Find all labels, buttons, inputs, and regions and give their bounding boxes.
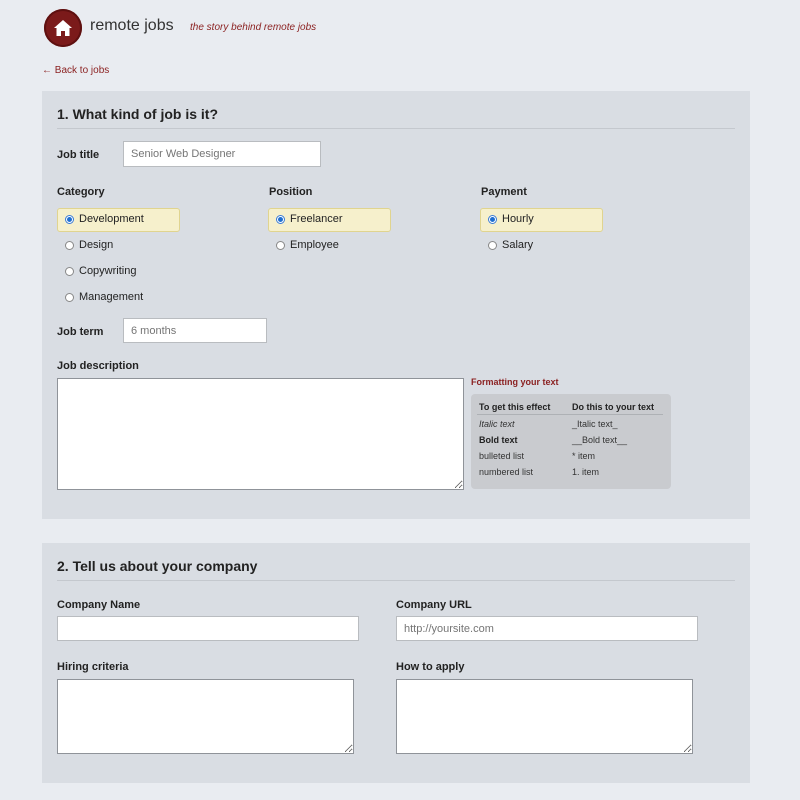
back-to-jobs-link[interactable]: ← Back to jobs: [42, 65, 109, 76]
job-details-section: 1. What kind of job is it? Job title Cat…: [42, 91, 750, 519]
how-to-apply-label: How to apply: [396, 661, 465, 673]
payment-option-hourly[interactable]: Hourly: [480, 208, 603, 232]
company-name-label: Company Name: [57, 599, 141, 611]
radio-label: Design: [79, 239, 114, 251]
formatting-header-syntax: Do this to your text: [572, 402, 655, 412]
formatting-effect-bulleted: bulleted list: [479, 451, 525, 461]
position-option-employee[interactable]: Employee: [268, 234, 391, 258]
job-title-input[interactable]: [123, 141, 321, 167]
formatting-effect-italic: Italic text: [479, 419, 515, 429]
category-option-development[interactable]: Development: [57, 208, 180, 232]
how-to-apply-textarea[interactable]: [396, 679, 693, 754]
payment-label: Payment: [481, 186, 527, 198]
company-details-section: 2. Tell us about your company Company Na…: [42, 543, 750, 783]
company-url-input[interactable]: [396, 616, 698, 641]
category-option-copywriting[interactable]: Copywriting: [57, 260, 180, 284]
hiring-criteria-textarea[interactable]: [57, 679, 354, 754]
section-title: 2. Tell us about your company: [57, 558, 735, 581]
radio-label: Salary: [502, 239, 534, 251]
payment-option-salary[interactable]: Salary: [480, 234, 603, 258]
formatting-syntax-bulleted: * item: [572, 451, 596, 461]
radio-icon[interactable]: [65, 241, 74, 250]
divider: [477, 414, 663, 415]
category-label: Category: [57, 186, 105, 198]
radio-icon[interactable]: [65, 267, 74, 276]
radio-label: Hourly: [502, 213, 534, 225]
category-option-management[interactable]: Management: [57, 286, 180, 310]
radio-label: Freelancer: [290, 213, 343, 225]
radio-selected-icon[interactable]: [488, 215, 497, 224]
brand-tagline: the story behind remote jobs: [190, 22, 317, 33]
job-term-input[interactable]: [123, 318, 267, 343]
formatting-syntax-numbered: 1. item: [572, 467, 600, 477]
position-label: Position: [269, 186, 313, 198]
formatting-header-effect: To get this effect: [479, 402, 551, 412]
brand-name[interactable]: remote jobs: [90, 17, 174, 35]
radio-icon[interactable]: [276, 241, 285, 250]
formatting-syntax-italic: _Italic text_: [572, 419, 618, 429]
radio-label: Management: [79, 291, 144, 303]
category-option-design[interactable]: Design: [57, 234, 180, 258]
section-title: 1. What kind of job is it?: [57, 106, 735, 129]
radio-icon[interactable]: [65, 293, 74, 302]
radio-label: Copywriting: [79, 265, 137, 277]
radio-label: Development: [79, 213, 144, 225]
company-url-label: Company URL: [396, 599, 472, 611]
job-description-label: Job description: [57, 360, 139, 372]
radio-selected-icon[interactable]: [276, 215, 285, 224]
position-option-freelancer[interactable]: Freelancer: [268, 208, 391, 232]
formatting-help-title: Formatting your text: [471, 377, 559, 387]
job-description-textarea[interactable]: [57, 378, 464, 490]
formatting-effect-bold: Bold text: [479, 435, 518, 445]
hiring-criteria-label: Hiring criteria: [57, 661, 129, 673]
job-term-label: Job term: [57, 326, 104, 338]
job-title-label: Job title: [57, 149, 100, 161]
formatting-syntax-bold: __Bold text__: [572, 435, 628, 445]
radio-label: Employee: [290, 239, 339, 251]
logo[interactable]: [44, 9, 82, 47]
formatting-effect-numbered: numbered list: [479, 467, 534, 477]
home-icon: [54, 20, 72, 36]
radio-icon[interactable]: [488, 241, 497, 250]
company-name-input[interactable]: [57, 616, 359, 641]
formatting-help-table: To get this effect Do this to your text …: [471, 394, 671, 489]
radio-selected-icon[interactable]: [65, 215, 74, 224]
